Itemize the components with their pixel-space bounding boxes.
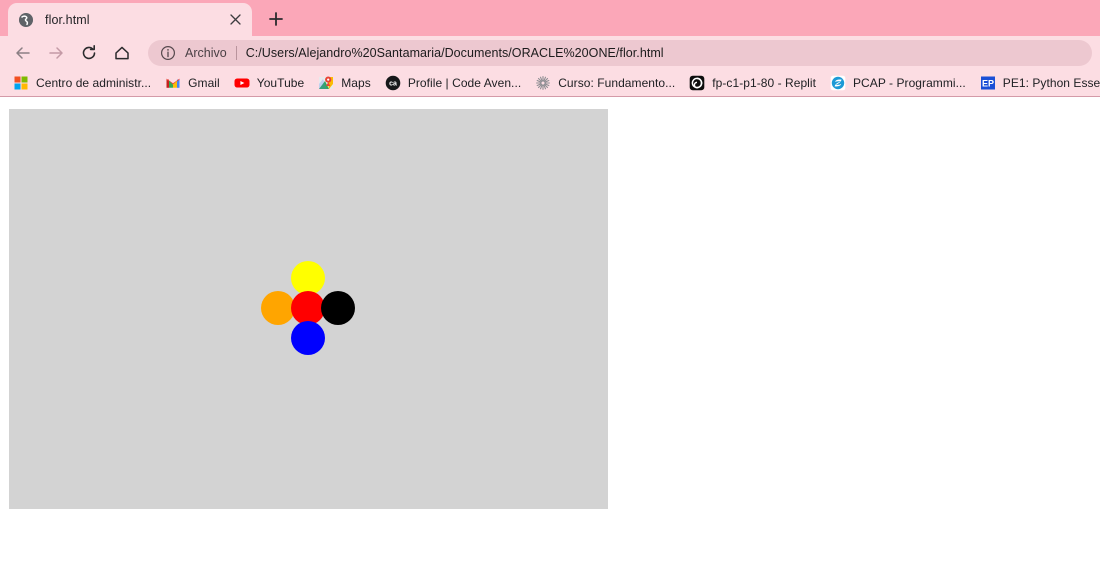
bookmark-fp-c1-p1-80-replit[interactable]: fp-c1-p1-80 - Replit <box>682 72 823 94</box>
address-separator <box>235 46 237 60</box>
home-button[interactable] <box>107 38 137 68</box>
browser-toolbar: Archivo C:/Users/Alejandro%20Santamaria/… <box>0 36 1100 70</box>
globe-icon <box>18 12 34 28</box>
svg-text:ca: ca <box>389 81 397 88</box>
tab-strip: flor.html <box>0 0 1100 36</box>
python-institute-icon <box>830 75 846 91</box>
tab-flor-html[interactable]: flor.html <box>8 3 252 36</box>
petal-bottom <box>291 321 325 355</box>
bookmark-profile-code-avengers[interactable]: ca Profile | Code Aven... <box>378 72 528 94</box>
bookmark-label: PCAP - Programmi... <box>853 76 966 90</box>
bookmark-youtube[interactable]: YouTube <box>227 72 312 94</box>
reload-button[interactable] <box>74 38 104 68</box>
youtube-icon <box>234 75 250 91</box>
browser-window: flor.html Archivo C:/Users/Alejandro%20S… <box>0 0 1100 584</box>
google-maps-icon <box>318 75 334 91</box>
bookmark-pe1-python-essentials[interactable]: EP PE1: Python Esse <box>973 72 1100 94</box>
reload-icon <box>82 45 96 60</box>
arrow-right-icon <box>49 47 63 59</box>
flower-graphic <box>9 109 608 509</box>
bookmark-gmail[interactable]: Gmail <box>158 72 227 94</box>
code-avengers-icon: ca <box>385 75 401 91</box>
arrow-left-icon <box>16 47 30 59</box>
bookmark-label: fp-c1-p1-80 - Replit <box>712 76 816 90</box>
close-icon[interactable] <box>224 9 246 31</box>
address-bar[interactable]: Archivo C:/Users/Alejandro%20Santamaria/… <box>148 40 1092 66</box>
replit-icon <box>689 75 705 91</box>
gmail-icon <box>165 75 181 91</box>
flower-canvas <box>9 109 608 509</box>
address-url-text: C:/Users/Alejandro%20Santamaria/Document… <box>245 46 664 60</box>
bookmark-curso-fundamentos[interactable]: Curso: Fundamento... <box>528 72 682 94</box>
petal-left <box>261 291 295 325</box>
bookmark-label: Centro de administr... <box>36 76 152 90</box>
info-circle-icon[interactable] <box>160 45 176 61</box>
bookmarks-bar: Centro de administr... Gmail YouTube Map… <box>0 70 1100 97</box>
tab-title: flor.html <box>45 12 90 27</box>
bookmark-label: Maps <box>341 76 371 90</box>
petal-top <box>291 261 325 295</box>
new-tab-button[interactable] <box>262 5 290 33</box>
bookmark-pcap-programming[interactable]: PCAP - Programmi... <box>823 72 973 94</box>
page-viewport <box>0 97 1100 584</box>
svg-text:EP: EP <box>982 78 994 88</box>
bookmark-label: YouTube <box>256 76 305 90</box>
bookmark-label: Profile | Code Aven... <box>407 76 522 90</box>
address-scheme-label: Archivo <box>185 46 227 60</box>
edube-icon: EP <box>980 75 996 91</box>
bookmark-label: Curso: Fundamento... <box>558 76 676 90</box>
asterisk-icon <box>535 75 551 91</box>
plus-icon <box>269 12 283 26</box>
microsoft-icon <box>13 75 29 91</box>
bookmark-label: Gmail <box>188 76 220 90</box>
petal-right <box>321 291 355 325</box>
bookmark-maps[interactable]: Maps <box>311 72 378 94</box>
petal-center <box>291 291 325 325</box>
back-button[interactable] <box>8 38 38 68</box>
bookmark-label: PE1: Python Esse <box>1002 76 1100 90</box>
forward-button[interactable] <box>41 38 71 68</box>
home-icon <box>115 46 129 60</box>
bookmark-centro-de-administracion[interactable]: Centro de administr... <box>6 72 158 94</box>
